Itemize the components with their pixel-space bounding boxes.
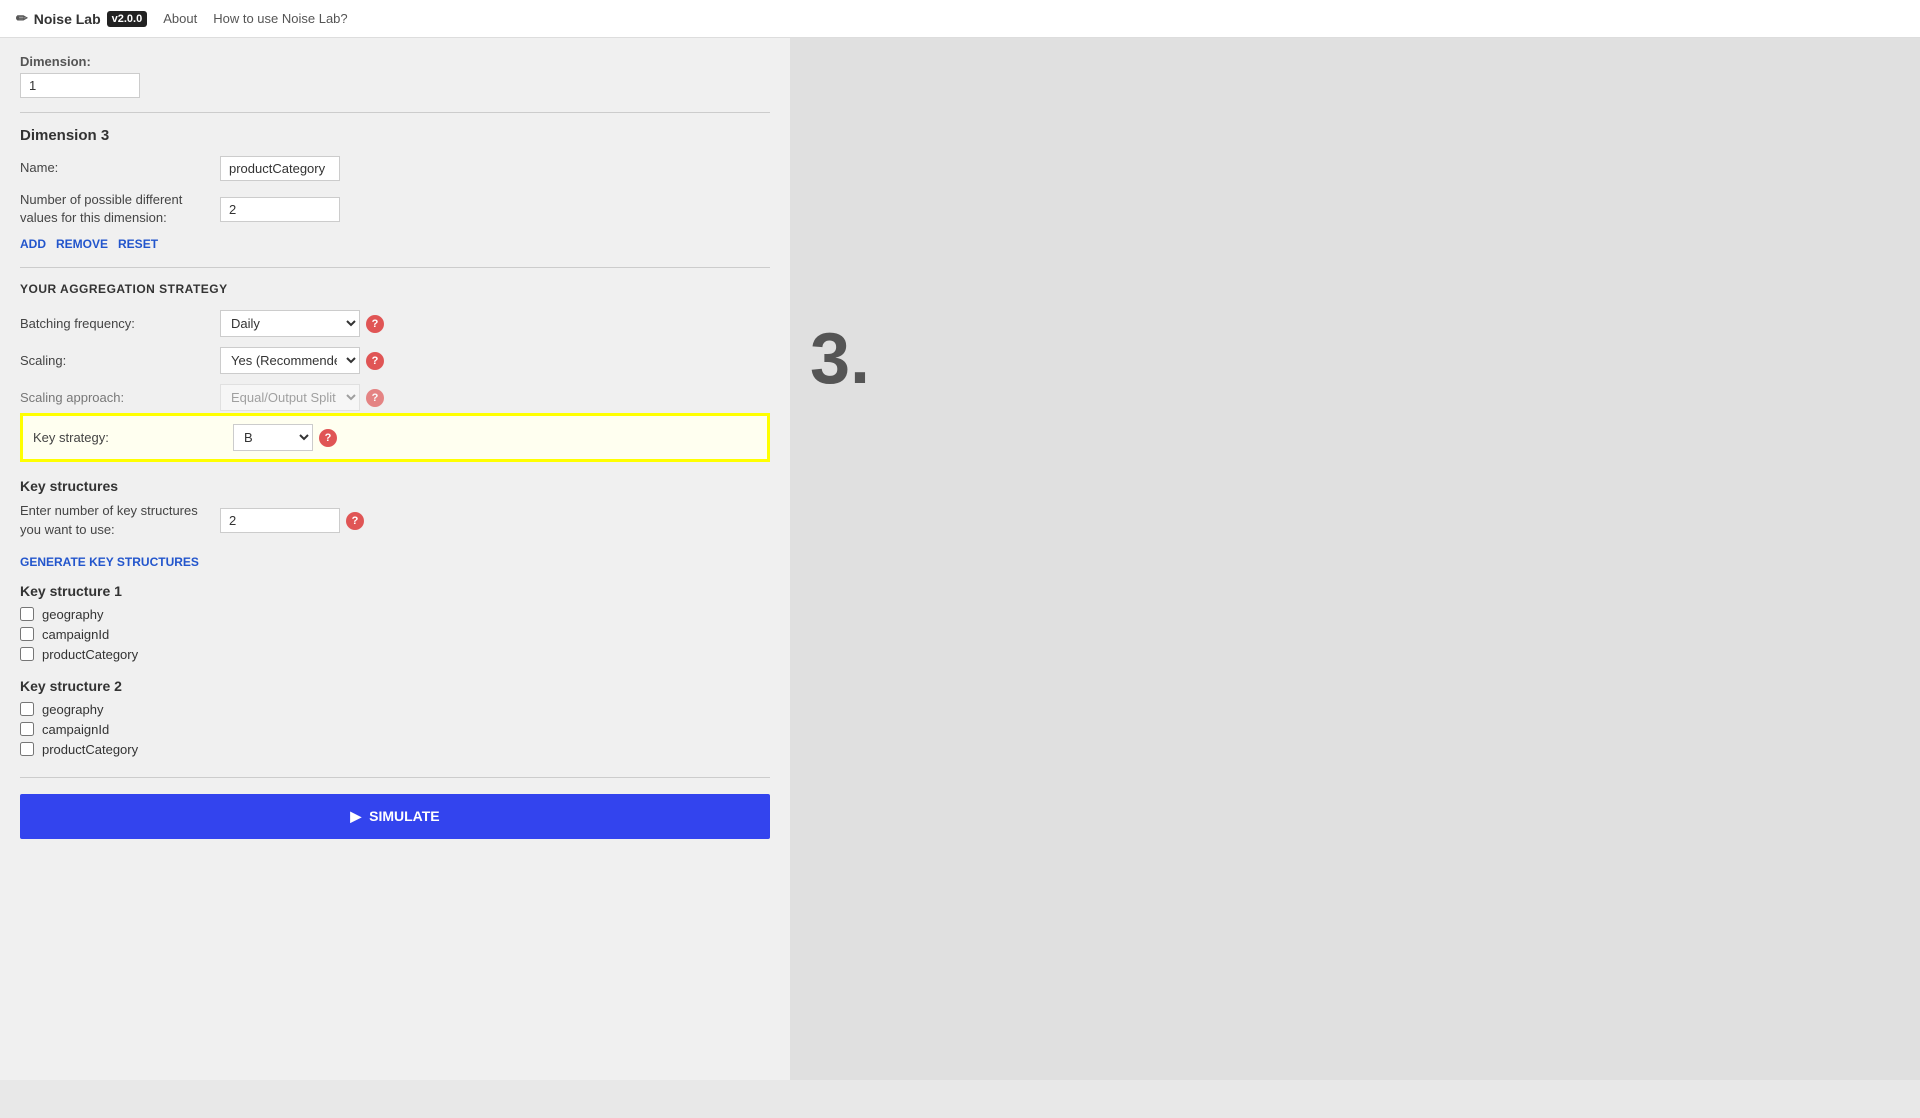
dimension3-name-row: Name: (20, 156, 770, 181)
simulate-bar: ▶ SIMULATE (20, 777, 770, 855)
right-area: 3. (790, 38, 1920, 1080)
key-structure-2-title: Key structure 2 (20, 678, 770, 694)
key-structures-help-icon[interactable]: ? (346, 512, 364, 530)
dimension3-values-input[interactable] (220, 197, 340, 222)
remove-link[interactable]: REMOVE (56, 237, 108, 251)
scaling-approach-row: Scaling approach: Equal/Output Split ? (20, 384, 770, 411)
scaling-help-icon[interactable]: ? (366, 352, 384, 370)
version-badge: v2.0.0 (107, 11, 148, 27)
pencil-icon: ✏ (16, 10, 28, 27)
scaling-approach-help-icon[interactable]: ? (366, 389, 384, 407)
generate-key-structures-link[interactable]: GENERATE KEY STRUCTURES (20, 555, 199, 569)
ks1-productcategory-label: productCategory (42, 647, 138, 662)
about-link[interactable]: About (163, 11, 197, 26)
dimension3-name-input[interactable] (220, 156, 340, 181)
ks2-productcategory-row: productCategory (20, 742, 770, 757)
add-link[interactable]: ADD (20, 237, 46, 251)
reset-link[interactable]: RESET (118, 237, 158, 251)
partial-dimension-input-row (20, 73, 770, 98)
dimension3-title: Dimension 3 (20, 127, 770, 144)
dimension3-actions: ADD REMOVE RESET (20, 237, 770, 251)
ks2-productcategory-checkbox[interactable] (20, 742, 34, 756)
ks2-geography-label: geography (42, 702, 103, 717)
key-strategy-label: Key strategy: (33, 429, 233, 447)
dimension3-name-label: Name: (20, 159, 220, 177)
key-structure-1-title: Key structure 1 (20, 583, 770, 599)
app-logo: ✏ Noise Lab v2.0.0 (16, 10, 147, 27)
main-wrapper: Dimension: Dimension 3 Name: Number of p… (0, 38, 1920, 1080)
left-panel: Dimension: Dimension 3 Name: Number of p… (0, 38, 790, 1080)
ks2-campaignid-row: campaignId (20, 722, 770, 737)
top-navigation: ✏ Noise Lab v2.0.0 About How to use Nois… (0, 0, 1920, 38)
dimension3-values-label: Number of possible different values for … (20, 191, 220, 227)
simulate-button-label: SIMULATE (369, 808, 440, 824)
ks2-geography-row: geography (20, 702, 770, 717)
key-structures-section: Key structures Enter number of key struc… (20, 478, 770, 756)
ks2-campaignid-checkbox[interactable] (20, 722, 34, 736)
ks2-campaignid-label: campaignId (42, 722, 109, 737)
partial-dimension-label: Dimension: (20, 54, 770, 69)
aggregation-heading: YOUR AGGREGATION STRATEGY (20, 282, 770, 296)
step-number: 3. (810, 318, 870, 400)
scaling-row: Scaling: Yes (Recommended) No ? (20, 347, 770, 374)
key-structures-count-row: Enter number of key structures you want … (20, 502, 770, 538)
dimension3-values-row: Number of possible different values for … (20, 191, 770, 227)
key-strategy-help-icon[interactable]: ? (319, 429, 337, 447)
batching-help-icon[interactable]: ? (366, 315, 384, 333)
batching-label: Batching frequency: (20, 315, 220, 333)
ks1-productcategory-checkbox[interactable] (20, 647, 34, 661)
ks1-campaignid-checkbox[interactable] (20, 627, 34, 641)
batching-select[interactable]: Daily Weekly Monthly (220, 310, 360, 337)
ks2-geography-checkbox[interactable] (20, 702, 34, 716)
scaling-label: Scaling: (20, 352, 220, 370)
partial-dimension-input[interactable] (20, 73, 140, 98)
key-structures-count-input[interactable] (220, 508, 340, 533)
ks1-geography-row: geography (20, 607, 770, 622)
app-name: Noise Lab (34, 11, 101, 27)
scaling-select[interactable]: Yes (Recommended) No (220, 347, 360, 374)
scroll-container[interactable]: Dimension: Dimension 3 Name: Number of p… (0, 38, 790, 1080)
ks1-geography-label: geography (42, 607, 103, 622)
scaling-approach-label: Scaling approach: (20, 389, 220, 407)
ks2-productcategory-label: productCategory (42, 742, 138, 757)
simulate-button[interactable]: ▶ SIMULATE (20, 794, 770, 839)
play-icon: ▶ (350, 808, 361, 825)
batching-row: Batching frequency: Daily Weekly Monthly… (20, 310, 770, 337)
ks1-campaignid-label: campaignId (42, 627, 109, 642)
ks1-geography-checkbox[interactable] (20, 607, 34, 621)
howto-link[interactable]: How to use Noise Lab? (213, 11, 347, 26)
ks1-campaignid-row: campaignId (20, 627, 770, 642)
key-strategy-select[interactable]: A B C (233, 424, 313, 451)
key-structures-count-label: Enter number of key structures you want … (20, 502, 220, 538)
divider-1 (20, 112, 770, 113)
key-structures-heading: Key structures (20, 478, 770, 494)
scaling-approach-select[interactable]: Equal/Output Split (220, 384, 360, 411)
divider-2 (20, 267, 770, 268)
key-strategy-highlighted-row: Key strategy: A B C ? (20, 413, 770, 462)
ks1-productcategory-row: productCategory (20, 647, 770, 662)
